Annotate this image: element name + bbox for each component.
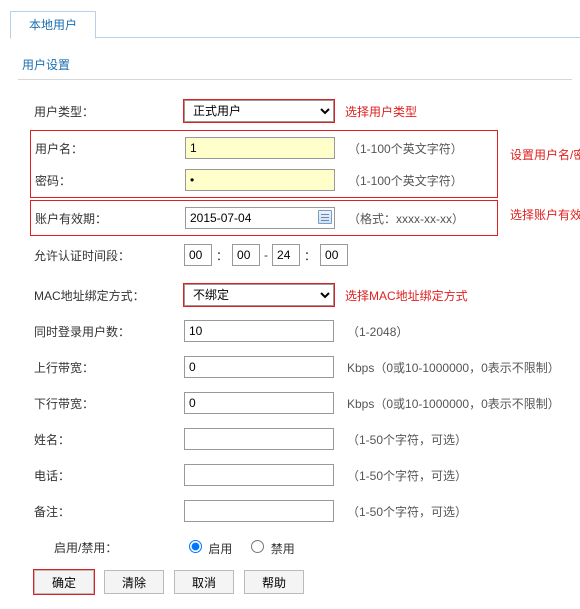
label-enable: 启用/禁用： <box>54 539 184 556</box>
label-phone: 电话： <box>34 467 184 484</box>
user-type-select[interactable]: 正式用户 <box>184 100 334 122</box>
label-mac-bind: MAC地址绑定方式： <box>34 287 184 304</box>
hint-down-bw: Kbps（0或10-1000000，0表示不限制） <box>347 395 560 412</box>
label-password: 密码： <box>35 172 185 189</box>
hint-phone: （1-50个字符，可选） <box>347 467 467 484</box>
section-title: 用户设置 <box>18 52 572 80</box>
radio-enable-label: 启用 <box>208 542 232 556</box>
name-input[interactable] <box>184 428 334 450</box>
help-button[interactable]: 帮助 <box>244 570 304 594</box>
hint-up-bw: Kbps（0或10-1000000，0表示不限制） <box>347 359 560 376</box>
up-bw-input[interactable] <box>184 356 334 378</box>
phone-input[interactable] <box>184 464 334 486</box>
remark-input[interactable] <box>184 500 334 522</box>
callout-mac: 选择MAC地址绑定方式 <box>345 287 468 304</box>
calendar-icon[interactable] <box>318 210 332 224</box>
radio-enable-wrap[interactable]: 启用 <box>184 537 232 557</box>
hint-expiry: （格式：xxxx-xx-xx） <box>348 210 464 227</box>
hint-concurrent: （1-2048） <box>347 323 408 340</box>
radio-disable[interactable] <box>251 540 264 553</box>
time-end-min[interactable] <box>320 244 348 266</box>
hint-remark: （1-50个字符，可选） <box>347 503 467 520</box>
down-bw-input[interactable] <box>184 392 334 414</box>
hint-username: （1-100个英文字符） <box>348 140 463 157</box>
label-username: 用户名： <box>35 140 185 157</box>
sep-dash: - <box>264 248 268 262</box>
label-name: 姓名： <box>34 431 184 448</box>
mac-bind-select[interactable]: 不绑定 <box>184 284 334 306</box>
radio-disable-label: 禁用 <box>271 542 295 556</box>
callout-user-type: 选择用户类型 <box>345 103 417 120</box>
sep-colon-1: ： <box>216 247 228 264</box>
tab-local-users[interactable]: 本地用户 <box>10 11 96 39</box>
time-start-min[interactable] <box>232 244 260 266</box>
ok-button[interactable]: 确定 <box>34 570 94 594</box>
username-input[interactable] <box>185 137 335 159</box>
radio-enable[interactable] <box>189 540 202 553</box>
radio-disable-wrap[interactable]: 禁用 <box>246 537 294 557</box>
label-expiry: 账户有效期： <box>35 210 185 227</box>
label-concurrent: 同时登录用户数： <box>34 323 184 340</box>
tab-bar: 本地用户 <box>10 10 580 38</box>
user-settings-form: 用户类型： 正式用户 选择用户类型 用户名： （1-100个英文字符） 密码： <box>10 98 580 560</box>
clear-button[interactable]: 清除 <box>104 570 164 594</box>
label-auth-period: 允许认证时间段： <box>34 247 184 264</box>
hint-name: （1-50个字符，可选） <box>347 431 467 448</box>
hint-password: （1-100个英文字符） <box>348 172 463 189</box>
time-end-hour[interactable] <box>272 244 300 266</box>
label-user-type: 用户类型： <box>34 103 184 120</box>
label-down-bw: 下行带宽： <box>34 395 184 412</box>
concurrent-input[interactable] <box>184 320 334 342</box>
cancel-button[interactable]: 取消 <box>174 570 234 594</box>
time-start-hour[interactable] <box>184 244 212 266</box>
label-remark: 备注： <box>34 503 184 520</box>
callout-credentials: 设置用户名/密码 <box>510 146 580 163</box>
callout-expiry: 选择账户有效期 <box>510 206 580 223</box>
expiry-input[interactable] <box>185 207 335 229</box>
label-up-bw: 上行带宽： <box>34 359 184 376</box>
sep-colon-2: ： <box>304 247 316 264</box>
password-input[interactable] <box>185 169 335 191</box>
